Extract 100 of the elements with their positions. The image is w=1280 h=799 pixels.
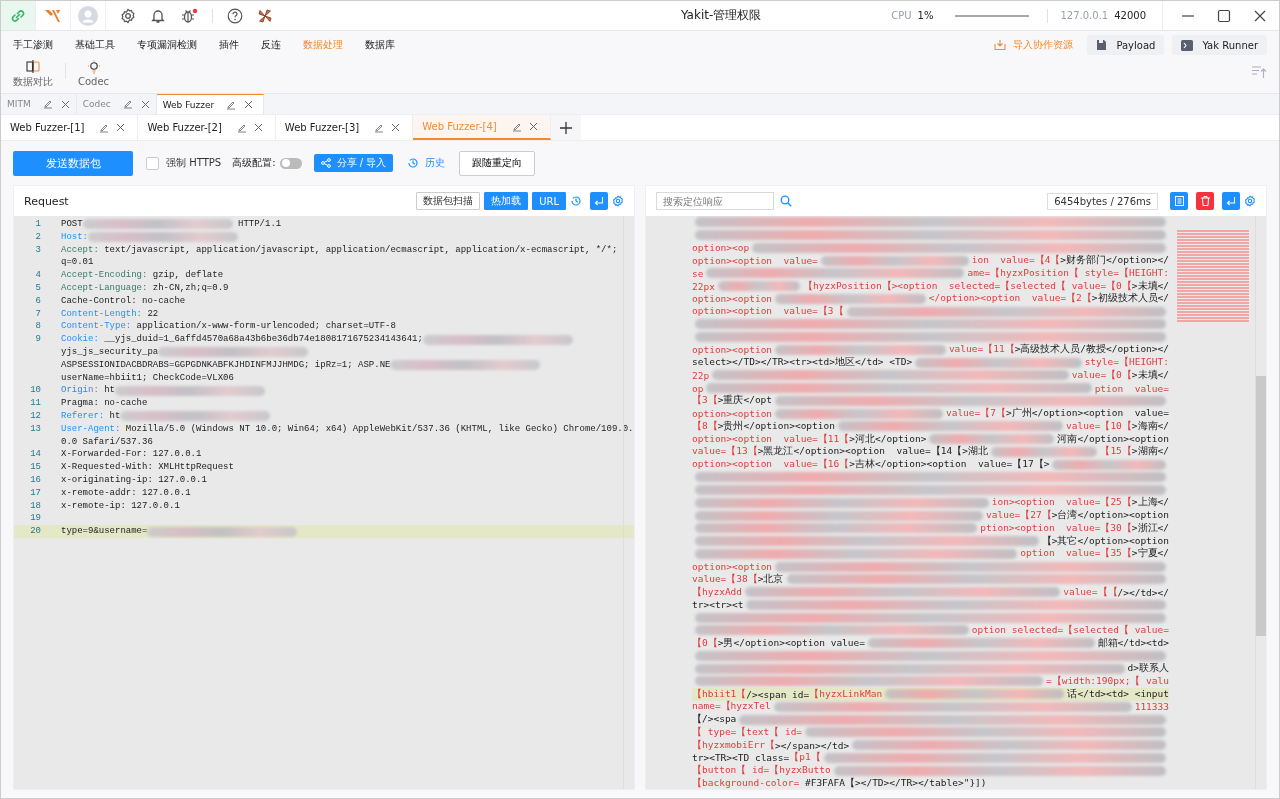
line-number: 4 [34, 269, 41, 282]
code-text: >湖南</ [1131, 445, 1169, 459]
fuzzer-tab[interactable]: Web Fuzzer-[2] [138, 115, 276, 140]
line-number: 17 [29, 486, 41, 500]
line-number: 12 [29, 409, 41, 423]
close-icon[interactable] [116, 123, 126, 132]
advanced-config-switch[interactable] [279, 157, 302, 169]
code-text: >北京 [757, 572, 784, 586]
history-clock-icon[interactable] [570, 195, 582, 207]
code-text: =【width:190px;【 valu [1046, 674, 1169, 688]
code-text: >上海</ [1131, 496, 1169, 510]
pinwheel-icon[interactable] [257, 7, 273, 24]
minimap-thumbnail[interactable] [1177, 230, 1249, 322]
codec-tool[interactable]: Codec [78, 59, 110, 87]
settings-icon[interactable] [612, 195, 624, 207]
code-text: option><option [692, 561, 773, 573]
code-text: option><option [692, 408, 773, 420]
edit-icon[interactable] [42, 99, 53, 109]
code-text: value=【【 [1063, 585, 1118, 599]
close-icon[interactable] [140, 99, 150, 109]
code-text: Accept-Encoding: [61, 269, 148, 282]
code-text: 河南</option><option [1057, 432, 1169, 445]
code-text: #F3FAFA【></TD></TR></table>"}]) [803, 776, 987, 789]
close-icon[interactable] [391, 123, 401, 132]
close-icon[interactable] [244, 100, 254, 109]
settings-icon[interactable] [120, 7, 136, 24]
fuzzer-tab[interactable]: Web Fuzzer-[1] [1, 115, 139, 140]
code-text: 【8【 [692, 419, 718, 433]
response-size: 6454bytes / 276ms [1047, 192, 1158, 210]
code-text: text/javascript, application/javascript, application/ecmascript, application/x-ecmascript, */*; [103, 243, 618, 257]
edit-icon[interactable] [374, 122, 385, 133]
close-icon[interactable] [60, 99, 70, 109]
search-field[interactable]: 搜索定位响应 [656, 192, 774, 210]
menu-item[interactable]: 数据库 [365, 38, 395, 52]
notification-bell-icon[interactable] [150, 7, 166, 24]
code-text: >贵州</option><option [717, 419, 835, 433]
download-tray-icon [994, 39, 1007, 51]
code-text: name=【hyzxTel [692, 700, 771, 713]
code-text: type=9&username= [61, 525, 148, 538]
line-number: 2 [34, 230, 41, 244]
line-number: 19 [29, 512, 41, 526]
code-text: 话</td><td> <input [1067, 687, 1169, 701]
edit-icon[interactable] [226, 99, 237, 110]
document-button[interactable] [1170, 192, 1188, 210]
bug-icon[interactable] [180, 7, 198, 24]
edit-icon[interactable] [99, 122, 110, 133]
payload-button[interactable]: Payload [1087, 35, 1165, 55]
code-text: Origin: [61, 384, 99, 398]
code-text: >财务部门</option></ [1060, 254, 1169, 267]
menu-item[interactable]: 基础工具 [75, 38, 115, 52]
code-text: option><option value=【3【 [692, 305, 844, 319]
collapse-icon[interactable] [1251, 65, 1267, 79]
code-text: value=【13【 [692, 445, 758, 459]
edit-icon[interactable] [236, 122, 247, 133]
code-text: </option><option value=【2【 [928, 292, 1092, 306]
force-https-label: 强制 HTTPS [166, 156, 222, 170]
code-text: 22px [692, 280, 715, 292]
code-text: >高级技术人员/教授</option></ [1014, 343, 1169, 356]
force-https-checkbox[interactable] [146, 156, 159, 170]
close-icon[interactable] [528, 122, 538, 131]
code-text: tr><TR><TD class= [692, 752, 790, 764]
menu-item[interactable]: 手工渗测 [13, 38, 53, 52]
menu-item[interactable]: 专项漏洞检测 [137, 38, 197, 52]
menu-item[interactable]: 反连 [261, 38, 281, 52]
close-icon[interactable] [1253, 8, 1267, 23]
edit-icon[interactable] [511, 121, 522, 132]
scrollbar[interactable] [1255, 216, 1266, 789]
code-text: value=【10【 [1066, 419, 1132, 433]
delete-button[interactable] [1196, 192, 1214, 210]
menu-item[interactable]: 插件 [219, 38, 239, 52]
code-text: 【hyzxLinkMan [809, 687, 883, 701]
line-wrap-button[interactable] [590, 192, 608, 210]
code-text: 邮箱</td><td> [1097, 636, 1169, 650]
search-icon[interactable] [780, 195, 792, 207]
maximize-icon[interactable] [1217, 8, 1231, 23]
code-text: 【hyzxmobiErr【 [692, 738, 775, 750]
code-text: >吉林</option><option value=【17【> [849, 458, 1050, 472]
code-text: d>联系人 [1127, 662, 1169, 675]
help-icon[interactable] [227, 7, 243, 24]
settings-icon[interactable] [1244, 195, 1256, 207]
code-text: value=【38【 [692, 572, 758, 586]
logo-icon[interactable] [44, 7, 62, 24]
code-text: HTTP/1.1 [237, 218, 282, 231]
line-wrap-button[interactable] [1222, 192, 1240, 210]
code-text: value=【11【 [948, 343, 1015, 357]
close-icon[interactable] [253, 123, 263, 132]
yak-runner-button[interactable]: Yak Runner [1172, 35, 1267, 55]
code-text: 【hbiit1【 [692, 687, 747, 700]
code-text: /></td></ [1117, 586, 1169, 598]
edit-icon[interactable] [122, 99, 133, 109]
history-clock-icon [407, 157, 420, 169]
page-tab[interactable]: Web Fuzzer [156, 94, 265, 114]
code-text: 【3【 [692, 394, 718, 408]
add-tab-button[interactable] [550, 115, 581, 140]
lightbulb-icon [85, 60, 102, 74]
code-text: x-remote-addr: 127.0.0.1 [61, 486, 191, 500]
code-text: se [692, 267, 704, 279]
request-tool-button[interactable]: 数据包扫描 [416, 192, 481, 210]
follow-redirect-button[interactable]: 跟随重定向 [459, 150, 536, 176]
data-compare-tool[interactable]: 数据对比 [13, 59, 53, 89]
